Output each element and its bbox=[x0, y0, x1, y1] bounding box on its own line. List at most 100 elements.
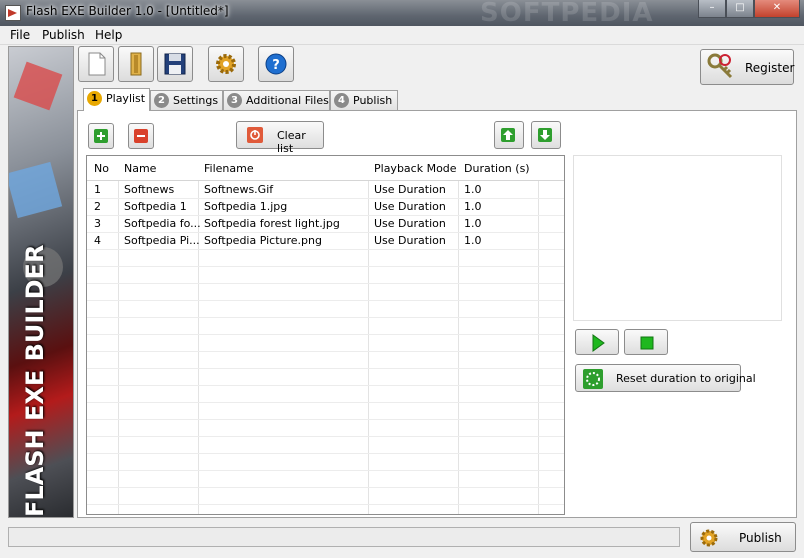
cell-mode: Use Duration bbox=[374, 200, 446, 213]
minus-icon bbox=[134, 129, 148, 143]
plus-icon bbox=[94, 129, 108, 143]
row-divider bbox=[87, 504, 564, 505]
cell-no: 3 bbox=[94, 217, 101, 230]
register-label: Register bbox=[745, 61, 795, 75]
cell-name: Softpedia fo... bbox=[124, 217, 201, 230]
tab-label: Playlist bbox=[106, 92, 146, 105]
cell-no: 2 bbox=[94, 200, 101, 213]
tab-number: 3 bbox=[227, 93, 242, 108]
new-button[interactable] bbox=[78, 46, 114, 82]
cell-duration: 1.0 bbox=[464, 234, 482, 247]
help-icon: ? bbox=[265, 53, 287, 75]
open-button[interactable] bbox=[118, 46, 154, 82]
menu-help[interactable]: Help bbox=[95, 28, 122, 42]
column-header-no[interactable]: No bbox=[94, 162, 109, 175]
register-button[interactable]: Register bbox=[700, 49, 794, 85]
row-divider bbox=[87, 453, 564, 454]
brand-text: FLASH EXE BUILDER bbox=[21, 244, 49, 517]
row-divider bbox=[87, 351, 564, 352]
tab-number: 1 bbox=[87, 91, 102, 106]
window-title: Flash EXE Builder 1.0 - [Untitled*] bbox=[26, 4, 229, 18]
column-divider bbox=[118, 156, 119, 514]
cell-duration: 1.0 bbox=[464, 200, 482, 213]
play-icon bbox=[592, 334, 605, 352]
publish-label: Publish bbox=[739, 531, 782, 545]
reset-icon bbox=[583, 369, 603, 389]
row-divider bbox=[87, 232, 564, 233]
save-icon bbox=[164, 53, 186, 75]
playlist-table[interactable]: No Name Filename Playback Mode Duration … bbox=[86, 155, 565, 515]
watermark: SOFTPEDIA bbox=[480, 0, 654, 26]
tab-publish[interactable]: 4 Publish bbox=[330, 90, 398, 110]
column-divider bbox=[368, 156, 369, 514]
move-down-button[interactable] bbox=[531, 121, 561, 149]
preview-area bbox=[573, 155, 782, 321]
open-folder-icon bbox=[130, 52, 142, 76]
column-divider bbox=[458, 156, 459, 514]
cell-no: 4 bbox=[94, 234, 101, 247]
settings-button[interactable] bbox=[208, 46, 244, 82]
tab-label: Settings bbox=[173, 94, 219, 107]
tab-number: 4 bbox=[334, 93, 349, 108]
play-button[interactable] bbox=[575, 329, 619, 355]
column-divider bbox=[198, 156, 199, 514]
save-button[interactable] bbox=[157, 46, 193, 82]
cell-mode: Use Duration bbox=[374, 217, 446, 230]
reset-duration-label: Reset duration to original bbox=[616, 372, 756, 385]
add-item-button[interactable] bbox=[88, 123, 114, 149]
banner-shape bbox=[9, 161, 63, 219]
status-bar bbox=[8, 527, 680, 547]
tab-number: 2 bbox=[154, 93, 169, 108]
close-button[interactable]: ✕ bbox=[754, 0, 800, 18]
app-icon bbox=[5, 5, 21, 21]
cell-name: Softpedia 1 bbox=[124, 200, 187, 213]
row-divider bbox=[87, 402, 564, 403]
row-divider bbox=[87, 300, 564, 301]
stop-button[interactable] bbox=[624, 329, 668, 355]
tab-label: Publish bbox=[353, 94, 393, 107]
cell-filename: Softpedia 1.jpg bbox=[204, 200, 288, 213]
row-divider bbox=[87, 436, 564, 437]
minimize-button[interactable]: – bbox=[698, 0, 726, 18]
keys-icon bbox=[707, 53, 733, 79]
publish-button[interactable]: Publish bbox=[690, 522, 796, 552]
clear-list-icon bbox=[247, 127, 263, 143]
column-header-name[interactable]: Name bbox=[124, 162, 156, 175]
tab-additional-files[interactable]: 3 Additional Files bbox=[223, 90, 330, 110]
cell-name: Softpedia Pi... bbox=[124, 234, 200, 247]
row-divider bbox=[87, 470, 564, 471]
menu-publish[interactable]: Publish bbox=[42, 28, 85, 42]
column-header-playback-mode[interactable]: Playback Mode bbox=[374, 162, 457, 175]
cell-mode: Use Duration bbox=[374, 234, 446, 247]
menu-file[interactable]: File bbox=[10, 28, 30, 42]
playlist-panel: Clear list No Name Filename Playback Mod… bbox=[77, 110, 797, 518]
new-document-icon bbox=[88, 52, 106, 76]
cell-filename: Softpedia Picture.png bbox=[204, 234, 322, 247]
row-divider bbox=[87, 266, 564, 267]
help-button[interactable]: ? bbox=[258, 46, 294, 82]
row-divider bbox=[87, 334, 564, 335]
brand-banner: FLASH EXE BUILDER bbox=[8, 46, 74, 518]
tab-settings[interactable]: 2 Settings bbox=[150, 90, 223, 110]
stop-icon bbox=[640, 336, 654, 350]
cell-no: 1 bbox=[94, 183, 101, 196]
cell-mode: Use Duration bbox=[374, 183, 446, 196]
reset-duration-button[interactable]: Reset duration to original bbox=[575, 364, 756, 392]
cell-filename: Softpedia forest light.jpg bbox=[204, 217, 340, 230]
remove-item-button[interactable] bbox=[128, 123, 154, 149]
row-divider bbox=[87, 249, 564, 250]
tab-playlist[interactable]: 1 Playlist bbox=[83, 88, 150, 111]
cell-duration: 1.0 bbox=[464, 183, 482, 196]
svg-text:?: ? bbox=[272, 58, 280, 73]
settings-gear-icon bbox=[216, 54, 236, 74]
row-divider bbox=[87, 317, 564, 318]
clear-list-button[interactable]: Clear list bbox=[236, 121, 324, 155]
row-divider bbox=[87, 385, 564, 386]
row-divider bbox=[87, 487, 564, 488]
banner-shape bbox=[13, 61, 63, 111]
column-header-filename[interactable]: Filename bbox=[204, 162, 254, 175]
cell-name: Softnews bbox=[124, 183, 175, 196]
column-header-duration[interactable]: Duration (s) bbox=[464, 162, 530, 175]
maximize-button[interactable]: □ bbox=[726, 0, 754, 18]
move-up-button[interactable] bbox=[494, 121, 524, 149]
